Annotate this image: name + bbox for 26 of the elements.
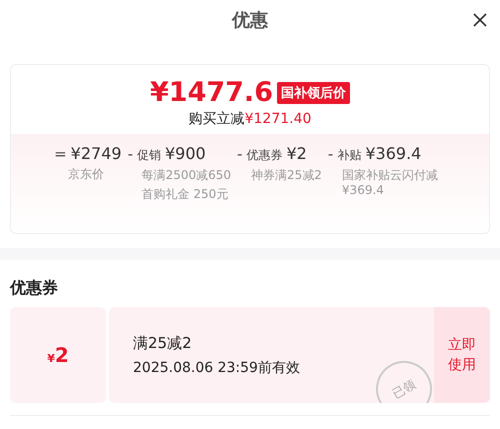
- discount-amount: ¥2749: [70, 144, 122, 163]
- operator: -: [237, 145, 242, 163]
- coupon-validity: 2025.08.06 23:59前有效: [133, 358, 301, 376]
- operator: =: [54, 145, 67, 163]
- discount-label: 优惠券: [246, 147, 282, 164]
- saving-text: 购买立减¥1271.40: [188, 110, 312, 128]
- discount-note: 国家补贴云闪付减¥369.4: [340, 168, 439, 198]
- operator: -: [328, 145, 334, 163]
- discount-note: 京东价: [67, 167, 106, 182]
- use-now-button[interactable]: 立即使用: [434, 307, 490, 403]
- discount-amount: ¥900: [164, 144, 206, 163]
- discount-amount: ¥369.4: [365, 144, 422, 163]
- discount-note: 每满2500减650: [140, 168, 232, 183]
- section-title: 优惠券: [8, 277, 59, 299]
- close-icon[interactable]: [472, 12, 488, 28]
- dialog-title: 优惠: [232, 9, 268, 32]
- discount-note: 首购礼金 250元: [140, 187, 230, 202]
- discount-note: 神券满25减2: [250, 168, 322, 183]
- coupon-condition: 满25减2: [133, 334, 193, 352]
- discount-label: 促销: [136, 147, 161, 164]
- coupon-amount: ¥2: [47, 343, 69, 367]
- operator: -: [128, 145, 133, 163]
- price-tag: 国补领后价: [276, 82, 350, 104]
- final-price: ¥1477.6: [150, 77, 273, 108]
- discount-amount: ¥2: [286, 144, 307, 163]
- discount-label: 补贴: [337, 147, 362, 164]
